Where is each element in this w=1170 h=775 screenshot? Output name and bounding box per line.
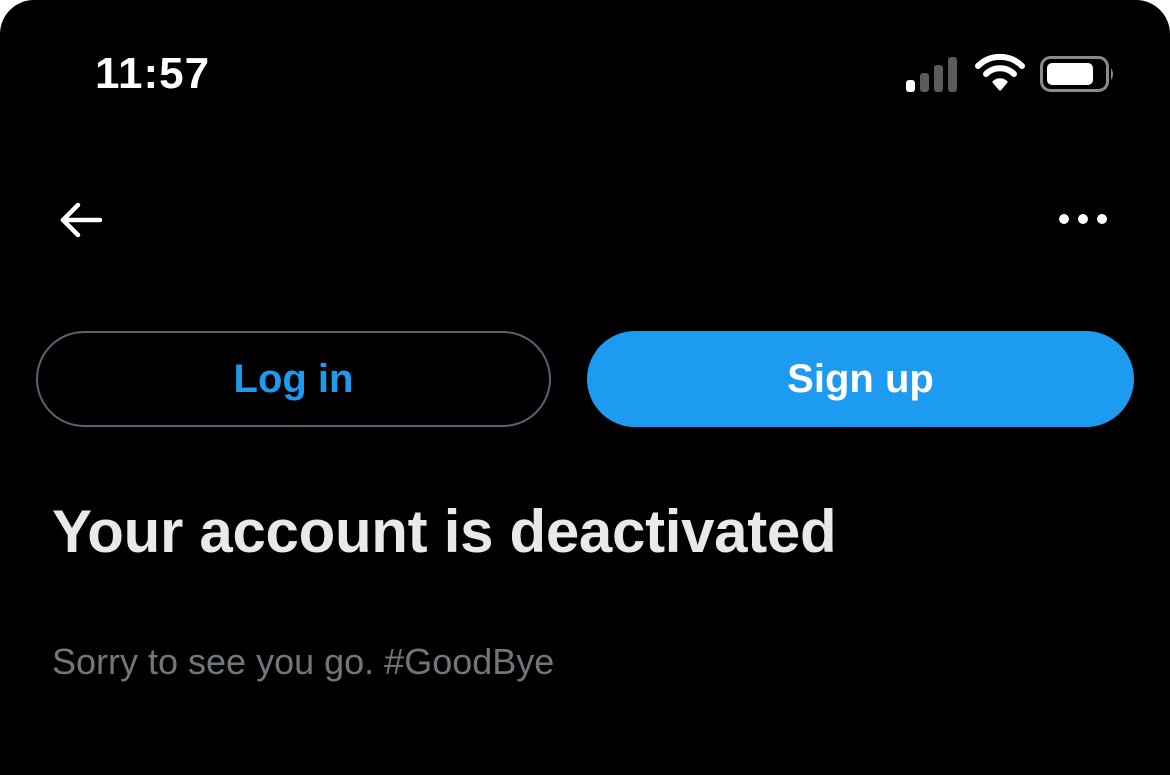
arrow-left-icon <box>56 200 104 245</box>
more-options-button[interactable] <box>1050 196 1116 246</box>
deactivated-title: Your account is deactivated <box>52 498 837 565</box>
app-screen: 11:57 Log in Sign up Your account is dea… <box>0 0 1170 775</box>
deactivated-message: Sorry to see you go. #GoodBye <box>52 641 555 682</box>
ellipsis-horizontal-icon <box>1058 212 1108 231</box>
battery-icon <box>1040 56 1116 92</box>
login-button[interactable]: Log in <box>36 331 551 427</box>
wifi-icon <box>974 52 1026 92</box>
cellular-signal-icon <box>906 56 958 92</box>
back-button[interactable] <box>50 192 110 252</box>
status-time: 11:57 <box>95 49 211 98</box>
signup-button[interactable]: Sign up <box>587 331 1134 427</box>
